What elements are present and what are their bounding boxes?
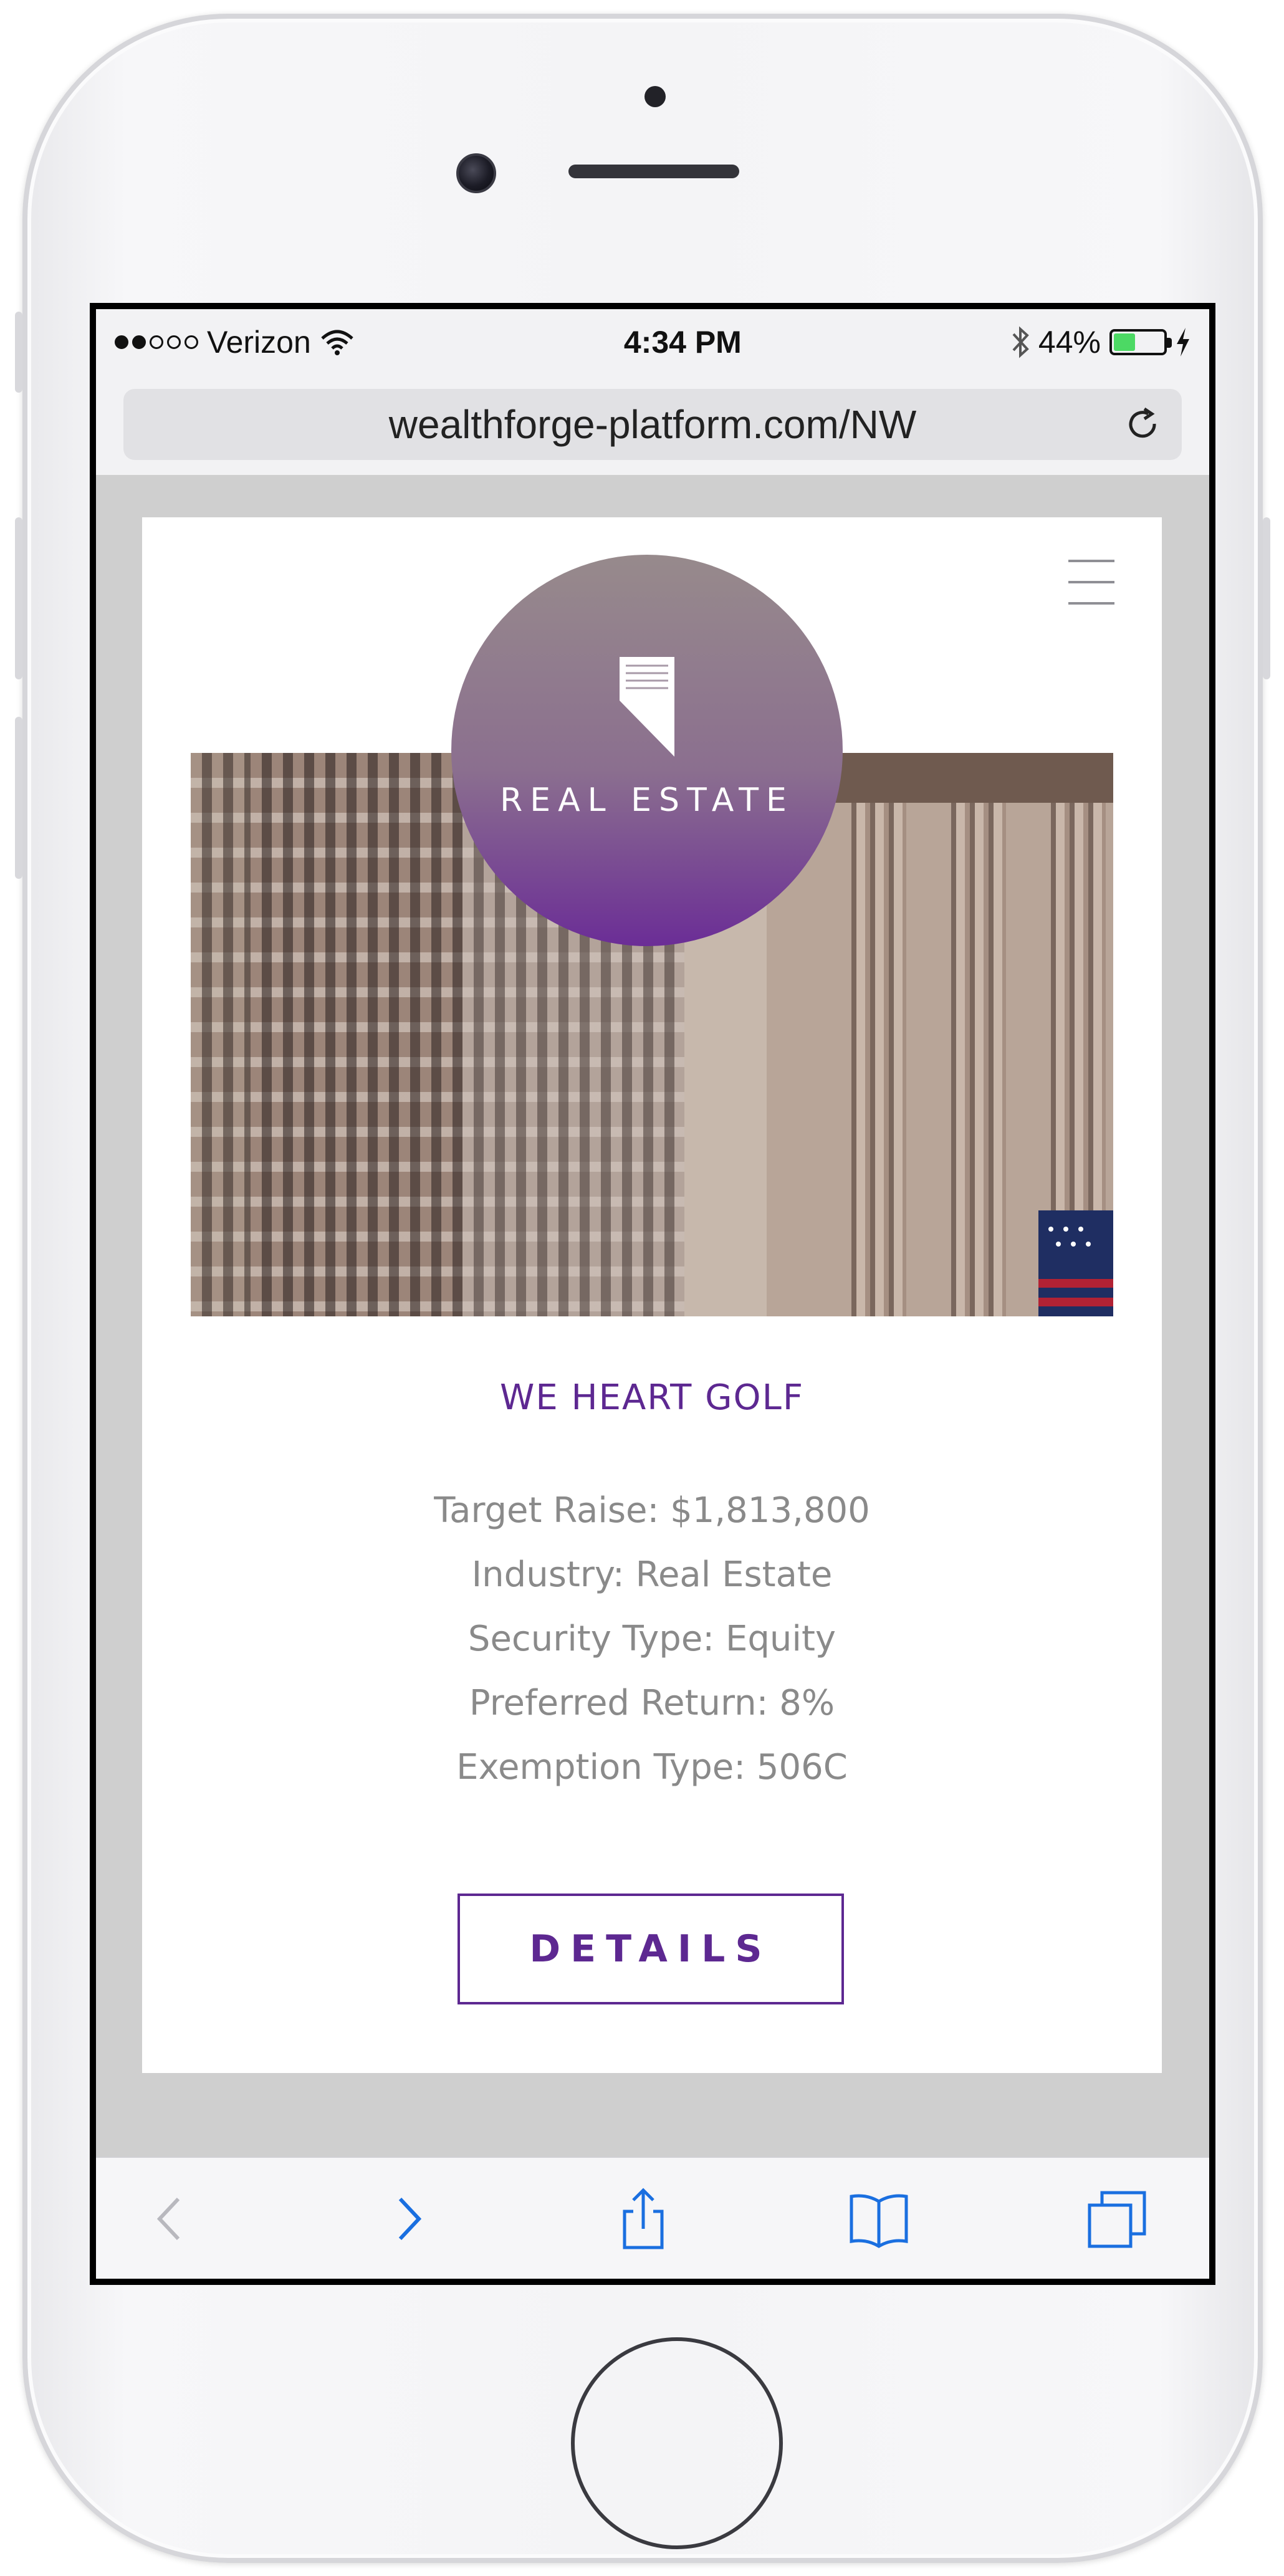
document-icon bbox=[620, 657, 674, 757]
details-button[interactable]: DETAILS bbox=[458, 1894, 844, 2004]
tabs-icon[interactable] bbox=[1086, 2188, 1148, 2250]
browser-toolbar bbox=[96, 2157, 1209, 2279]
carrier-name: Verizon bbox=[207, 325, 311, 360]
fact-security-type: Security Type: Equity bbox=[467, 1619, 836, 1659]
volume-up-button bbox=[15, 517, 22, 679]
bluetooth-icon bbox=[1012, 326, 1029, 358]
signal-strength-icon bbox=[115, 335, 198, 349]
fact-preferred-return: Preferred Return: 8% bbox=[469, 1683, 835, 1723]
fact-industry: Industry: Real Estate bbox=[471, 1554, 833, 1595]
home-button[interactable] bbox=[571, 2337, 783, 2549]
fact-target-raise: Target Raise: $1,813,800 bbox=[434, 1490, 870, 1531]
url-text: wealthforge-platform.com/NW bbox=[388, 402, 917, 447]
battery-level bbox=[1113, 333, 1136, 351]
earpiece-speaker bbox=[568, 165, 739, 178]
forward-icon[interactable] bbox=[376, 2188, 439, 2250]
front-camera bbox=[456, 153, 496, 193]
browser-viewport: Verizon 4:34 PM 44% wealthforge-platform… bbox=[96, 309, 1209, 2279]
power-button bbox=[1263, 517, 1270, 679]
bookmarks-icon[interactable] bbox=[848, 2188, 910, 2250]
proximity-sensor bbox=[644, 86, 666, 107]
reload-icon[interactable] bbox=[1123, 405, 1163, 445]
address-bar[interactable]: wealthforge-platform.com/NW bbox=[123, 389, 1182, 460]
wifi-icon bbox=[321, 330, 353, 355]
charging-bolt-icon bbox=[1176, 328, 1189, 357]
battery-icon bbox=[1109, 329, 1172, 355]
fact-exemption-type: Exemption Type: 506C bbox=[456, 1747, 848, 1788]
share-icon[interactable] bbox=[612, 2188, 674, 2250]
category-badge: REAL ESTATE bbox=[451, 555, 843, 946]
listing-card: REAL ESTATE WE HEART GOLF Target Raise: … bbox=[142, 517, 1162, 2073]
flag-graphic bbox=[1038, 1210, 1113, 1316]
back-icon[interactable] bbox=[140, 2188, 202, 2250]
status-time: 4:34 PM bbox=[623, 325, 742, 360]
hamburger-menu-icon[interactable] bbox=[1068, 560, 1114, 605]
listing-facts: Target Raise: $1,813,800 Industry: Real … bbox=[142, 1478, 1162, 1799]
screen: Verizon 4:34 PM 44% wealthforge-platform… bbox=[90, 303, 1215, 2285]
status-bar: Verizon 4:34 PM 44% bbox=[96, 309, 1209, 375]
listing-title[interactable]: WE HEART GOLF bbox=[142, 1377, 1162, 1418]
address-bar-area: wealthforge-platform.com/NW bbox=[96, 375, 1209, 475]
category-label: REAL ESTATE bbox=[500, 782, 794, 819]
mute-switch bbox=[15, 312, 22, 393]
battery-percent: 44% bbox=[1038, 325, 1101, 360]
volume-down-button bbox=[15, 717, 22, 879]
